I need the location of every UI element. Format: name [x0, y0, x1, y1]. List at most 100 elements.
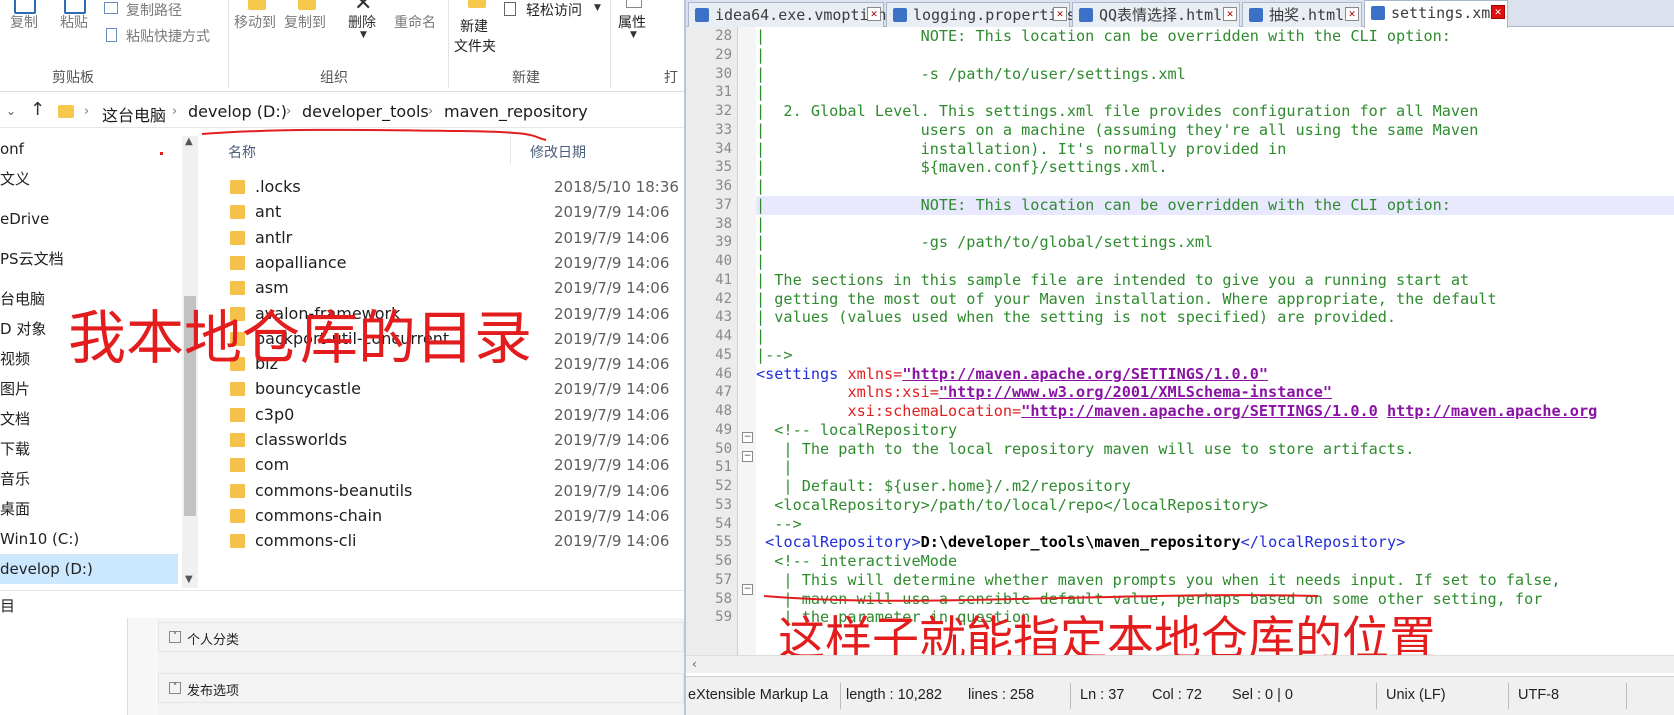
code-line[interactable]: | -gs /path/to/global/settings.xml [756, 233, 1674, 252]
publish-options-section[interactable]: ˅ 发布选项 [158, 673, 684, 703]
code-line[interactable]: | [756, 83, 1674, 102]
fold-toggle-icon[interactable]: − [742, 451, 753, 462]
expand-icon[interactable]: ˅ [169, 682, 181, 694]
fold-toggle-icon[interactable]: − [742, 432, 753, 443]
close-icon[interactable]: ✕ [1491, 5, 1505, 19]
breadcrumb-developer-tools[interactable]: developer_tools [302, 102, 429, 121]
code-token: "http://maven.apache.org/SETTINGS/1.0.0" [902, 364, 1269, 383]
personal-category-section[interactable]: ˅ 个人分类 [158, 622, 684, 652]
file-list-row[interactable]: com 2019/7/9 14:06 [230, 452, 684, 479]
nav-item-wps-cloud[interactable]: PS云文档 [0, 244, 178, 274]
nav-item-downloads[interactable]: 下载 [0, 434, 178, 464]
code-line[interactable]: | NOTE: This location can be overridden … [756, 195, 1674, 215]
scroll-down-icon[interactable]: ▼ [185, 574, 193, 585]
code-line[interactable]: xsi:schemaLocation="http://maven.apache.… [756, 402, 1674, 421]
up-arrow-icon[interactable]: ↑ [30, 99, 45, 120]
code-line[interactable]: | values (values used when the setting i… [756, 308, 1674, 327]
nav-item-pictures[interactable]: 图片 [0, 374, 178, 404]
horizontal-scrollbar[interactable]: ‹ [686, 655, 1674, 673]
file-list-row[interactable]: aopalliance 2019/7/9 14:06 [230, 250, 684, 277]
code-line[interactable]: <!-- interactiveMode [756, 552, 1674, 571]
properties-button[interactable]: 属性 ▼ [616, 0, 658, 42]
code-line[interactable]: | [756, 327, 1674, 346]
nav-item-desktop[interactable]: 桌面 [0, 494, 178, 524]
paste-shortcut-button[interactable]: 粘贴快捷方式 [104, 26, 224, 46]
move-to-button[interactable]: 移动到 [234, 0, 286, 40]
code-line[interactable]: | [756, 46, 1674, 65]
nav-item-define[interactable]: 文义 [0, 164, 178, 194]
file-list-row[interactable]: commons-beanutils 2019/7/9 14:06 [230, 478, 684, 505]
scroll-left-icon[interactable]: ‹ [692, 657, 697, 671]
delete-button[interactable]: ✕ 删除 ▼ [346, 0, 386, 44]
file-list-row[interactable]: antlr 2019/7/9 14:06 [230, 225, 684, 252]
code-line[interactable]: <localRepository>D:\developer_tools\mave… [756, 533, 1674, 552]
line-number-gutter: 28 29 30 31 32 33 34 35 36 37 38 39 40 41 42 43 44 45 46 47… [686, 27, 738, 655]
chevron-down-icon[interactable]: ⌄ [6, 104, 16, 118]
file-list-row[interactable]: bouncycastle 2019/7/9 14:06 [230, 376, 684, 403]
nav-item-music[interactable]: 音乐 [0, 464, 178, 494]
code-line[interactable]: | ${maven.conf}/settings.xml. [756, 158, 1674, 177]
code-line[interactable]: | 2. Global Level. This settings.xml fil… [756, 102, 1674, 121]
code-line[interactable]: | installation). It's normally provided … [756, 140, 1674, 159]
copy-path-button[interactable]: 复制路径 [104, 0, 224, 20]
breadcrumb-this-pc[interactable]: 这台电脑 [102, 102, 166, 126]
code-line[interactable]: | [756, 215, 1674, 234]
tab-lottery-html[interactable]: 抽奖.html ✕ [1242, 2, 1362, 27]
fold-toggle-icon[interactable]: − [742, 584, 753, 595]
nav-item-conf[interactable]: onf [0, 134, 178, 164]
file-list-row[interactable]: classworlds 2019/7/9 14:06 [230, 427, 684, 454]
code-area[interactable]: | NOTE: This location can be overridden … [756, 27, 1674, 655]
file-list-row[interactable]: commons-cli 2019/7/9 14:06 [230, 528, 684, 555]
scroll-up-icon[interactable]: ▲ [185, 136, 193, 147]
new-folder-button[interactable]: 新建 文件夹 [454, 0, 504, 56]
code-line[interactable]: | The path to the local repository maven… [756, 440, 1674, 459]
column-header-date-modified[interactable]: 修改日期 [530, 142, 586, 162]
rename-button[interactable]: 重命名 [394, 0, 444, 40]
code-line[interactable]: | NOTE: This location can be overridden … [756, 27, 1674, 46]
nav-item-develop-d[interactable]: develop (D:) [0, 554, 178, 584]
close-icon[interactable]: ✕ [1223, 7, 1237, 21]
file-list-row[interactable]: c3p0 2019/7/9 14:06 [230, 402, 684, 429]
paste-button[interactable]: 粘贴 [56, 0, 96, 40]
code-line[interactable]: | The sections in this sample file are i… [756, 271, 1674, 290]
code-line[interactable]: | users on a machine (assuming they're a… [756, 121, 1674, 140]
file-list-row[interactable]: commons-chain 2019/7/9 14:06 [230, 503, 684, 530]
copy-button[interactable]: 复制 [8, 0, 44, 40]
code-line[interactable]: |--> [756, 346, 1674, 365]
breadcrumb-develop-d[interactable]: develop (D:) [188, 102, 287, 121]
code-line[interactable]: --> [756, 515, 1674, 534]
tab-idea64-vmoptions[interactable]: idea64.exe.vmoptions ✕ [688, 2, 896, 27]
nav-item-win10-c[interactable]: Win10 (C:) [0, 524, 178, 554]
tab-logging-properties[interactable]: logging.properties ✕ [886, 2, 1076, 27]
code-line[interactable]: | [756, 252, 1674, 271]
close-icon[interactable]: ✕ [1053, 7, 1067, 21]
code-token: D:\developer_tools\maven_repository [920, 533, 1241, 552]
nav-item-documents[interactable]: 文档 [0, 404, 178, 434]
tab-qq-emoji-html[interactable]: QQ表情选择.html ✕ [1072, 2, 1240, 27]
code-line[interactable]: | Default: ${user.home}/.m2/repository [756, 477, 1674, 496]
file-list-row[interactable]: .locks 2018/5/10 18:36 [230, 174, 684, 201]
code-line[interactable]: | This will determine whether maven prom… [756, 571, 1674, 590]
code-line[interactable]: <localRepository>/path/to/local/repo</lo… [756, 496, 1674, 515]
status-column: Col : 72 [1152, 687, 1202, 703]
code-line[interactable]: | -s /path/to/user/settings.xml [756, 65, 1674, 84]
code-line[interactable]: xmlns:xsi="http://www.w3.org/2001/XMLSch… [756, 383, 1674, 402]
line-number: 58 [715, 590, 732, 607]
code-line[interactable]: <settings xmlns="http://maven.apache.org… [756, 365, 1674, 384]
tab-settings-xml[interactable]: settings.xml ✕ [1364, 0, 1508, 28]
close-icon[interactable]: ✕ [1345, 7, 1359, 21]
breadcrumb-maven-repository[interactable]: maven_repository [444, 102, 588, 121]
code-line[interactable]: | [756, 458, 1674, 477]
column-header-name[interactable]: 名称 [228, 142, 256, 162]
copy-to-button[interactable]: 复制到 [284, 0, 336, 40]
address-bar[interactable]: ⌄ ↑ › 这台电脑 › develop (D:) › developer_to… [0, 96, 684, 128]
close-icon[interactable]: ✕ [867, 7, 881, 21]
expand-icon[interactable]: ˅ [169, 631, 181, 643]
nav-item-onedrive[interactable]: eDrive [0, 204, 178, 234]
easy-access-button[interactable]: 轻松访问 ▼ [504, 0, 602, 20]
file-list-row[interactable]: ant 2019/7/9 14:06 [230, 199, 684, 226]
code-line[interactable]: | [756, 177, 1674, 196]
code-line[interactable]: | getting the most out of your Maven ins… [756, 290, 1674, 309]
code-line[interactable]: <!-- localRepository [756, 421, 1674, 440]
file-list-row[interactable]: asm 2019/7/9 14:06 [230, 275, 684, 302]
